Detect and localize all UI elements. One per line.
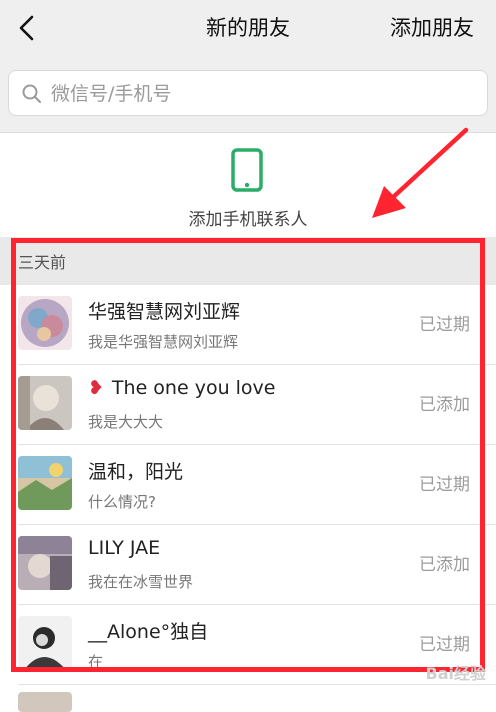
- request-status: 已添加: [419, 395, 470, 415]
- contact-name: ❥ The one you love: [88, 377, 275, 399]
- request-status: 已添加: [419, 555, 470, 575]
- avatar: [18, 376, 72, 430]
- avatar: [18, 296, 72, 350]
- request-message: 我是华强智慧网刘亚辉: [88, 333, 239, 351]
- friend-request-item[interactable]: ❥ The one you love 我是大大大 已添加: [0, 365, 496, 445]
- divider: [18, 684, 496, 685]
- contact-name: __Alone°独自: [88, 621, 209, 643]
- avatar: [18, 692, 72, 712]
- section-header: 三天前: [0, 237, 496, 285]
- search-area: [0, 56, 496, 133]
- search-icon: [22, 84, 41, 103]
- request-message: 什么情况?: [88, 493, 156, 511]
- phone-icon: [231, 148, 263, 192]
- avatar: [18, 456, 72, 510]
- request-message: 我是大大大: [88, 413, 164, 431]
- contact-name: 华强智慧网刘亚辉: [88, 301, 241, 323]
- friend-request-item[interactable]: 华强智慧网刘亚辉 我是华强智慧网刘亚辉 已过期: [0, 285, 496, 365]
- friend-request-item[interactable]: LILY JAE 我在在冰雪世界 已添加: [0, 525, 496, 605]
- contact-name-text: The one you love: [111, 377, 276, 399]
- request-message: 在: [88, 653, 104, 671]
- heart-icon: ❥: [88, 377, 104, 399]
- contact-name: LILY JAE: [88, 537, 161, 559]
- watermark: Bai经验: [425, 664, 486, 683]
- friend-request-item[interactable]: 温和，阳光 什么情况? 已过期: [0, 445, 496, 525]
- next-item-peek: [0, 686, 496, 712]
- avatar: [18, 536, 72, 590]
- search-input[interactable]: [49, 77, 473, 111]
- add-friend-button[interactable]: 添加朋友: [390, 0, 474, 56]
- friend-request-item[interactable]: __Alone°独自 在 已过期: [0, 605, 496, 685]
- request-status: 已过期: [419, 475, 470, 495]
- request-status: 已过期: [419, 315, 470, 335]
- search-box[interactable]: [8, 70, 488, 116]
- contact-name: 温和，阳光: [88, 461, 184, 483]
- arrow-annotation-icon: [372, 127, 469, 218]
- section-label: 三天前: [18, 253, 67, 272]
- request-message: 我在在冰雪世界: [88, 573, 194, 591]
- friend-request-list: 华强智慧网刘亚辉 我是华强智慧网刘亚辉 已过期 ❥ The one you lov…: [0, 285, 496, 685]
- top-navigation-bar: 新的朋友 添加朋友: [0, 0, 496, 56]
- avatar: [18, 616, 72, 670]
